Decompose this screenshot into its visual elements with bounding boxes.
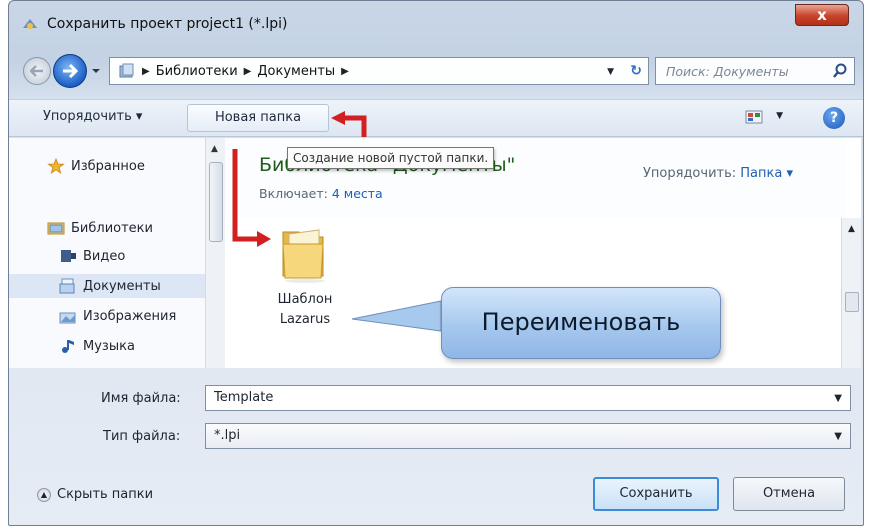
save-button[interactable]: Сохранить <box>593 477 719 511</box>
annotation-arrowhead-bottom <box>257 231 271 247</box>
filetype-label: Тип файла: <box>103 429 181 444</box>
annotation-arrow-bottom <box>232 149 261 242</box>
hide-folders-label: Скрыть папки <box>57 487 154 502</box>
chevron-down-icon[interactable]: ▼ <box>834 393 842 404</box>
cancel-button[interactable]: Отмена <box>733 477 845 511</box>
filename-field[interactable]: Template ▼ <box>205 385 851 411</box>
filename-label: Имя файла: <box>101 391 181 406</box>
callout-text: Переименовать <box>481 308 681 336</box>
filetype-value: *.lpi <box>214 428 241 443</box>
chevron-down-icon[interactable]: ▼ <box>834 431 842 442</box>
filetype-select[interactable]: *.lpi ▼ <box>205 423 851 449</box>
save-dialog: Сохранить проект project1 (*.lpi) x ▶ Би… <box>8 0 864 526</box>
rename-callout: Переименовать <box>441 287 721 359</box>
annotation-arrowhead-top <box>331 111 345 125</box>
filename-value: Template <box>214 390 274 405</box>
collapse-icon: ▲ <box>37 487 51 502</box>
hide-folders-toggle[interactable]: ▲ Скрыть папки <box>37 487 153 502</box>
callout-pointer <box>351 300 442 332</box>
